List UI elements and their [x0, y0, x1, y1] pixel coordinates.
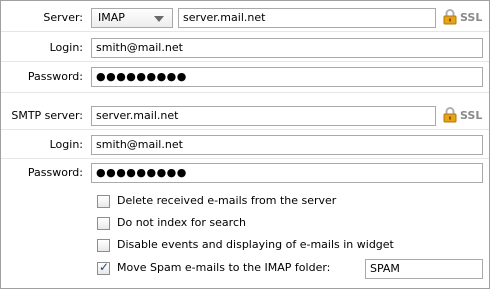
chevron-down-icon [154, 16, 164, 22]
option-disable-events[interactable]: Disable events and displaying of e-mails… [97, 237, 489, 255]
imap-password-row: Password: ●●●●●●●●● [1, 66, 489, 90]
checkbox[interactable] [97, 239, 110, 252]
check-icon: ✓ [99, 260, 110, 274]
lock-icon [443, 9, 457, 25]
imap-login-input[interactable]: smith@mail.net [91, 38, 483, 58]
lock-icon [443, 107, 457, 123]
ssl-label: SSL [460, 109, 483, 122]
imap-server-input[interactable]: server.mail.net [178, 8, 436, 28]
protocol-dropdown[interactable]: IMAP [91, 8, 173, 28]
smtp-server-row: SMTP server: server.mail.net SSL [1, 105, 489, 129]
smtp-ssl-toggle[interactable]: SSL [441, 107, 487, 125]
checkbox[interactable] [97, 217, 110, 230]
checkbox[interactable]: ✓ [97, 260, 110, 275]
password-label: Password: [27, 70, 83, 83]
login-label: Login: [49, 138, 83, 151]
protocol-value: IMAP [98, 11, 125, 24]
imap-password-input[interactable]: ●●●●●●●●● [91, 67, 483, 87]
imap-ssl-toggle[interactable]: SSL [441, 9, 487, 27]
smtp-server-label: SMTP server: [11, 109, 83, 122]
checkbox[interactable] [97, 195, 110, 208]
divider [1, 158, 489, 159]
divider [1, 92, 489, 93]
imap-server-row: Server: IMAP server.mail.net SSL [1, 7, 489, 31]
smtp-login-row: Login: smith@mail.net [1, 134, 489, 158]
option-label: Delete received e-mails from the server [117, 194, 337, 207]
option-label: Move Spam e-mails to the IMAP folder: [117, 261, 331, 274]
smtp-password-input[interactable]: ●●●●●●●●● [91, 163, 483, 183]
option-label: Do not index for search [117, 216, 246, 229]
divider [1, 129, 489, 130]
divider [1, 61, 489, 62]
spam-folder-input[interactable]: SPAM [365, 259, 483, 279]
option-do-not-index[interactable]: Do not index for search [97, 215, 489, 233]
option-label: Disable events and displaying of e-mails… [117, 238, 394, 251]
smtp-password-row: Password: ●●●●●●●●● [1, 162, 489, 186]
ssl-label: SSL [460, 11, 483, 24]
smtp-login-input[interactable]: smith@mail.net [91, 135, 483, 155]
mail-account-settings-panel: Server: IMAP server.mail.net SSL Login: … [0, 0, 490, 289]
divider [1, 31, 489, 32]
imap-login-row: Login: smith@mail.net [1, 37, 489, 61]
login-label: Login: [49, 41, 83, 54]
option-delete-received[interactable]: Delete received e-mails from the server [97, 193, 489, 211]
server-label: Server: [43, 11, 83, 24]
smtp-server-input[interactable]: server.mail.net [91, 106, 436, 126]
password-label: Password: [27, 166, 83, 179]
